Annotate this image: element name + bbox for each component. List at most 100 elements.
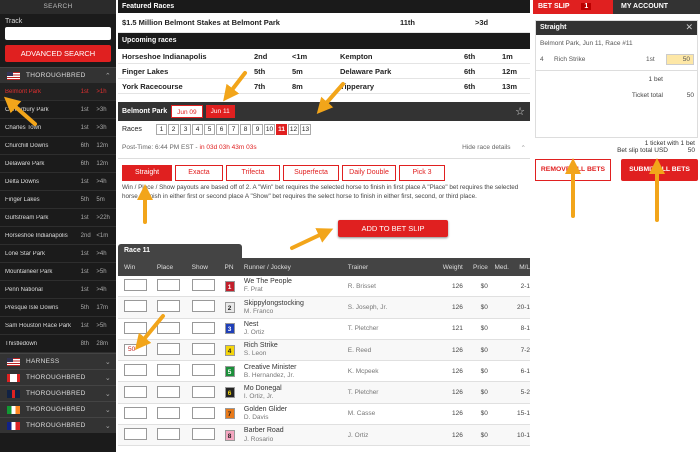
- tab-exacta[interactable]: Exacta: [175, 165, 223, 181]
- category-thoroughbred-fr[interactable]: THOROUGHBRED ⌄: [0, 417, 116, 433]
- race-tab[interactable]: Race 11: [118, 244, 242, 258]
- horse-name[interactable]: Creative Minister: [244, 364, 342, 372]
- show-input[interactable]: [191, 343, 215, 356]
- sidebar-track-item[interactable]: Lone Star Park 1st >4h: [0, 245, 116, 263]
- horse-name[interactable]: Mo Donegal: [244, 385, 342, 393]
- sidebar-track-item[interactable]: Penn National 1st >4h: [0, 281, 116, 299]
- entry-amount-input[interactable]: 50: [666, 53, 694, 65]
- show-input[interactable]: [191, 406, 215, 419]
- upcoming-track-name[interactable]: Delaware Park: [340, 67, 464, 76]
- sidebar-track-item[interactable]: Charles Town 1st >3h: [0, 119, 116, 137]
- upcoming-track-name[interactable]: Tipperary: [340, 82, 464, 91]
- tab-trifecta[interactable]: Trifecta: [226, 165, 280, 181]
- race-number-5[interactable]: 5: [204, 124, 215, 135]
- advanced-search-button[interactable]: ADVANCED SEARCH: [5, 45, 111, 62]
- sidebar-track-item[interactable]: Thistledown 8th 28m: [0, 335, 116, 353]
- sidebar-track-item[interactable]: Mountaineer Park 1st >5h: [0, 263, 116, 281]
- race-number-2[interactable]: 2: [168, 124, 179, 135]
- column-header: Weight: [442, 263, 463, 271]
- my-account-tab[interactable]: MY ACCOUNT: [613, 0, 700, 14]
- tab-pick-3[interactable]: Pick 3: [399, 165, 445, 181]
- track-time: <1m: [96, 232, 109, 239]
- favorite-star-icon[interactable]: ☆: [515, 105, 525, 118]
- win-input[interactable]: 50: [124, 344, 147, 357]
- sidebar-track-item[interactable]: Delaware Park 6th 12m: [0, 155, 116, 173]
- win-input[interactable]: [124, 385, 147, 398]
- track-name: Horseshoe Indianapolis: [5, 232, 68, 239]
- race-number-4[interactable]: 4: [192, 124, 203, 135]
- place-input[interactable]: [156, 364, 180, 377]
- show-input[interactable]: [191, 428, 215, 441]
- upcoming-track-name[interactable]: Horseshoe Indianapolis: [118, 52, 254, 61]
- race-number-12[interactable]: 12: [288, 124, 299, 135]
- submit-all-bets-button[interactable]: SUBMIT ALL BETS: [621, 159, 698, 181]
- sidebar-track-item[interactable]: Finger Lakes 5th 5m: [0, 191, 116, 209]
- race-number-11[interactable]: 11: [276, 124, 287, 135]
- upcoming-track-name[interactable]: Kempton: [340, 52, 464, 61]
- upcoming-track-name[interactable]: York Racecourse: [118, 82, 254, 91]
- win-input[interactable]: [124, 428, 147, 441]
- race-number-10[interactable]: 10: [264, 124, 275, 135]
- place-input[interactable]: [156, 321, 180, 334]
- horse-name[interactable]: Skippylongstocking: [244, 300, 342, 308]
- ml-value: 2-1: [520, 282, 531, 290]
- show-input[interactable]: [191, 385, 215, 398]
- date-tab-jun11[interactable]: Jun 11: [205, 105, 235, 118]
- show-input[interactable]: [191, 364, 215, 377]
- place-input[interactable]: [156, 428, 180, 441]
- tab-straight[interactable]: Straight: [122, 165, 172, 181]
- race-number-13[interactable]: 13: [300, 124, 311, 135]
- place-input[interactable]: [156, 385, 180, 398]
- place-input[interactable]: [156, 279, 180, 292]
- show-input[interactable]: [191, 321, 215, 334]
- track-list: Belmont Park 1st >1h Canterbury Park 1st >3h C…: [0, 83, 116, 353]
- win-input[interactable]: [124, 300, 147, 313]
- remove-all-bets-button[interactable]: REMOVE ALL BETS: [535, 159, 611, 181]
- race-number-6[interactable]: 6: [216, 124, 227, 135]
- featured-races: Featured Races $1.5 Million Belmont Stak…: [118, 0, 530, 94]
- category-thoroughbred-uk[interactable]: THOROUGHBRED ⌄: [0, 385, 116, 401]
- sidebar-track-item[interactable]: Belmont Park 1st >1h: [0, 83, 116, 101]
- place-input[interactable]: [156, 406, 180, 419]
- bet-slip-tab[interactable]: BET SLIP 1: [533, 0, 613, 14]
- race-number-8[interactable]: 8: [240, 124, 251, 135]
- win-input[interactable]: [124, 406, 147, 419]
- win-input[interactable]: [124, 364, 147, 377]
- tab-superfecta[interactable]: Superfecta: [283, 165, 339, 181]
- add-to-bet-slip-button[interactable]: ADD TO BET SLIP: [338, 220, 448, 237]
- race-number-9[interactable]: 9: [252, 124, 263, 135]
- category-thoroughbred-ca[interactable]: THOROUGHBRED ⌄: [0, 369, 116, 385]
- close-icon[interactable]: ✕: [685, 22, 693, 33]
- win-input[interactable]: [124, 321, 147, 334]
- hide-race-details-link[interactable]: Hide race details: [462, 144, 510, 156]
- place-input[interactable]: [156, 300, 180, 313]
- featured-race-row[interactable]: $1.5 Million Belmont Stakes at Belmont P…: [118, 13, 530, 33]
- sidebar-track-item[interactable]: Canterbury Park 1st >3h: [0, 101, 116, 119]
- sidebar-track-item[interactable]: Presque Isle Downs 5th 17m: [0, 299, 116, 317]
- horse-name[interactable]: Golden Glider: [244, 406, 342, 414]
- horse-name[interactable]: Rich Strike: [244, 342, 342, 350]
- category-thoroughbred-ie[interactable]: THOROUGHBRED ⌄: [0, 401, 116, 417]
- sidebar-track-item[interactable]: Delta Downs 1st >4h: [0, 173, 116, 191]
- upcoming-header: Upcoming races: [118, 33, 530, 49]
- sidebar-track-item[interactable]: Churchill Downs 6th 12m: [0, 137, 116, 155]
- sidebar-track-item[interactable]: Horseshoe Indianapolis 2nd <1m: [0, 227, 116, 245]
- date-tab-jun09[interactable]: Jun 09: [171, 105, 203, 118]
- tab-daily-double[interactable]: Daily Double: [342, 165, 396, 181]
- race-number-7[interactable]: 7: [228, 124, 239, 135]
- race-number-3[interactable]: 3: [180, 124, 191, 135]
- category-harness-us[interactable]: HARNESS ⌄: [0, 353, 116, 369]
- horse-name[interactable]: Barber Road: [244, 427, 342, 435]
- place-input[interactable]: [156, 343, 180, 356]
- show-input[interactable]: [191, 300, 215, 313]
- sidebar-track-item[interactable]: Sam Houston Race Park 1st >5h: [0, 317, 116, 335]
- upcoming-track-name[interactable]: Finger Lakes: [118, 67, 254, 76]
- sidebar-track-item[interactable]: Gulfstream Park 1st >22h: [0, 209, 116, 227]
- horse-name[interactable]: We The People: [244, 278, 342, 286]
- track-input[interactable]: [5, 27, 111, 40]
- show-input[interactable]: [191, 279, 215, 292]
- race-number-1[interactable]: 1: [156, 124, 167, 135]
- category-thoroughbred-us[interactable]: THOROUGHBRED ⌃: [0, 67, 116, 83]
- horse-name[interactable]: Nest: [244, 321, 342, 329]
- win-input[interactable]: [124, 279, 147, 292]
